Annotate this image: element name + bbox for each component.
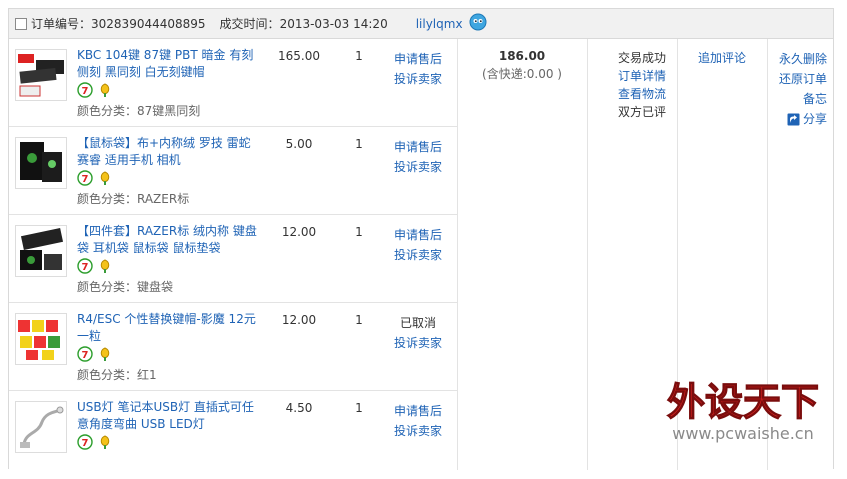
item-badges: 7 [77, 170, 113, 186]
apply-after-sale-link[interactable]: 申请售后 [385, 401, 451, 421]
pcwaishe-watermark-logo: 外设天下 www.pcwaishe.cn [651, 373, 835, 451]
item-price: 12.00 [281, 225, 317, 239]
buyer-name-link[interactable]: lilylqmx [416, 17, 463, 31]
item-spec: 颜色分类：87键黑同刻 [77, 104, 201, 118]
svg-text:7: 7 [82, 438, 89, 449]
cancelled-status: 已取消 [399, 316, 436, 330]
complain-seller-link[interactable]: 投诉卖家 [385, 245, 451, 265]
delete-permanently-link[interactable]: 永久删除 [767, 49, 827, 69]
item-spec: 颜色分类：红1 [77, 368, 157, 382]
item-spec: 颜色分类：RAZER标 [77, 192, 190, 206]
item-badges: 7 [77, 82, 113, 98]
watermark-url: www.pcwaishe.cn [672, 424, 814, 443]
order-detail-link[interactable]: 订单详情 [587, 67, 697, 85]
list-item: KBC 104键 87键 PBT 暗金 有刻侧刻 黑同刻 白无刻键帽 7 颜色分… [9, 39, 457, 127]
order-header: 订单编号： 302839044408895 成交时间： 2013-03-03 1… [9, 9, 833, 39]
item-after-sale: 申请售后 投诉卖家 [385, 49, 451, 89]
seven-day-return-icon: 7 [77, 170, 93, 186]
item-badges: 7 [77, 434, 113, 450]
item-after-sale: 申请售后 投诉卖家 [385, 137, 451, 177]
restore-order-link[interactable]: 还原订单 [767, 69, 827, 89]
item-badges: 7 [77, 346, 113, 362]
shipping-fee: (含快递:0.00 ) [482, 67, 562, 81]
order-number: 302839044408895 [91, 16, 206, 31]
order-operations: 永久删除 还原订单 备忘 分享 [767, 49, 835, 129]
item-quantity: 1 [355, 313, 363, 327]
seven-day-return-icon: 7 [77, 346, 93, 362]
item-after-sale: 申请售后 投诉卖家 [385, 225, 451, 265]
item-price: 4.50 [285, 401, 313, 415]
item-after-sale: 申请售后 投诉卖家 [385, 401, 451, 441]
watermark-brand: 外设天下 [667, 380, 819, 424]
item-quantity: 1 [355, 225, 363, 239]
item-price: 12.00 [281, 313, 317, 327]
item-thumbnail-keyboard[interactable] [15, 49, 67, 101]
both-reviewed-status: 双方已评 [617, 105, 666, 119]
order-time: 2013-03-03 14:20 [279, 16, 388, 31]
total-amount: 186.00 [498, 49, 546, 63]
apply-after-sale-link[interactable]: 申请售后 [385, 225, 451, 245]
item-thumbnail-usb-lamp[interactable] [15, 401, 67, 453]
apply-after-sale-link[interactable]: 申请售后 [385, 49, 451, 69]
seven-day-return-icon: 7 [77, 82, 93, 98]
complain-seller-link[interactable]: 投诉卖家 [385, 421, 451, 441]
item-title-link[interactable]: USB灯 笔记本USB灯 直插式可任意角度弯曲 USB LED灯 [77, 399, 259, 433]
share-button[interactable]: 分享 [767, 109, 827, 129]
item-title-link[interactable]: KBC 104键 87键 PBT 暗金 有刻侧刻 黑同刻 白无刻键帽 [77, 47, 259, 81]
complain-seller-link[interactable]: 投诉卖家 [385, 157, 451, 177]
list-item: USB灯 笔记本USB灯 直插式可任意角度弯曲 USB LED灯 7 4.50 … [9, 391, 457, 479]
guarantee-icon [100, 171, 110, 185]
item-thumbnail-mouse-bag[interactable] [15, 137, 67, 189]
seven-day-return-icon: 7 [77, 258, 93, 274]
item-price: 165.00 [278, 49, 320, 63]
complain-seller-link[interactable]: 投诉卖家 [385, 333, 451, 353]
item-thumbnail-keycaps[interactable] [15, 313, 67, 365]
item-list: KBC 104键 87键 PBT 暗金 有刻侧刻 黑同刻 白无刻键帽 7 颜色分… [9, 39, 457, 479]
item-badges: 7 [77, 258, 113, 274]
list-item: R4/ESC 个性替换键帽-影魔 12元一粒 7 颜色分类：红1 12.00 1… [9, 303, 457, 391]
view-logistics-link[interactable]: 查看物流 [587, 85, 697, 103]
item-title-link[interactable]: 【鼠标袋】布+内称绒 罗技 雷蛇 赛睿 适用手机 相机 [77, 135, 259, 169]
guarantee-icon [100, 347, 110, 361]
item-spec: 颜色分类：键盘袋 [77, 280, 174, 294]
seven-day-return-icon: 7 [77, 434, 93, 450]
svg-text:7: 7 [82, 262, 89, 273]
svg-text:7: 7 [82, 174, 89, 185]
share-label: 分享 [802, 112, 827, 126]
memo-link[interactable]: 备忘 [767, 89, 827, 109]
column-divider [457, 39, 458, 470]
item-title-link[interactable]: 【四件套】RAZER标 绒内称 键盘袋 耳机袋 鼠标袋 鼠标垫袋 [77, 223, 259, 257]
order-number-label: 订单编号： [31, 17, 92, 31]
item-quantity: 1 [355, 401, 363, 415]
guarantee-icon [100, 435, 110, 449]
order-time-label: 成交时间： [219, 17, 280, 31]
item-price: 5.00 [285, 137, 313, 151]
guarantee-icon [100, 259, 110, 273]
wangwang-chat-icon[interactable] [469, 13, 487, 34]
list-item: 【鼠标袋】布+内称绒 罗技 雷蛇 赛睿 适用手机 相机 7 颜色分类：RAZER… [9, 127, 457, 215]
order-total: 186.00 (含快递:0.00 ) [457, 49, 587, 82]
item-thumbnail-bag-set[interactable] [15, 225, 67, 277]
item-after-sale: 已取消 投诉卖家 [385, 313, 451, 353]
item-title-link[interactable]: R4/ESC 个性替换键帽-影魔 12元一粒 [77, 311, 259, 345]
share-icon [787, 113, 800, 125]
complain-seller-link[interactable]: 投诉卖家 [385, 69, 451, 89]
guarantee-icon [100, 83, 110, 97]
item-quantity: 1 [355, 137, 363, 151]
svg-text:7: 7 [82, 350, 89, 361]
apply-after-sale-link[interactable]: 申请售后 [385, 137, 451, 157]
list-item: 【四件套】RAZER标 绒内称 键盘袋 耳机袋 鼠标袋 鼠标垫袋 7 颜色分类：… [9, 215, 457, 303]
svg-text:7: 7 [82, 86, 89, 97]
order-select-checkbox[interactable] [15, 17, 27, 30]
item-quantity: 1 [355, 49, 363, 63]
add-review-link[interactable]: 追加评论 [677, 49, 767, 66]
